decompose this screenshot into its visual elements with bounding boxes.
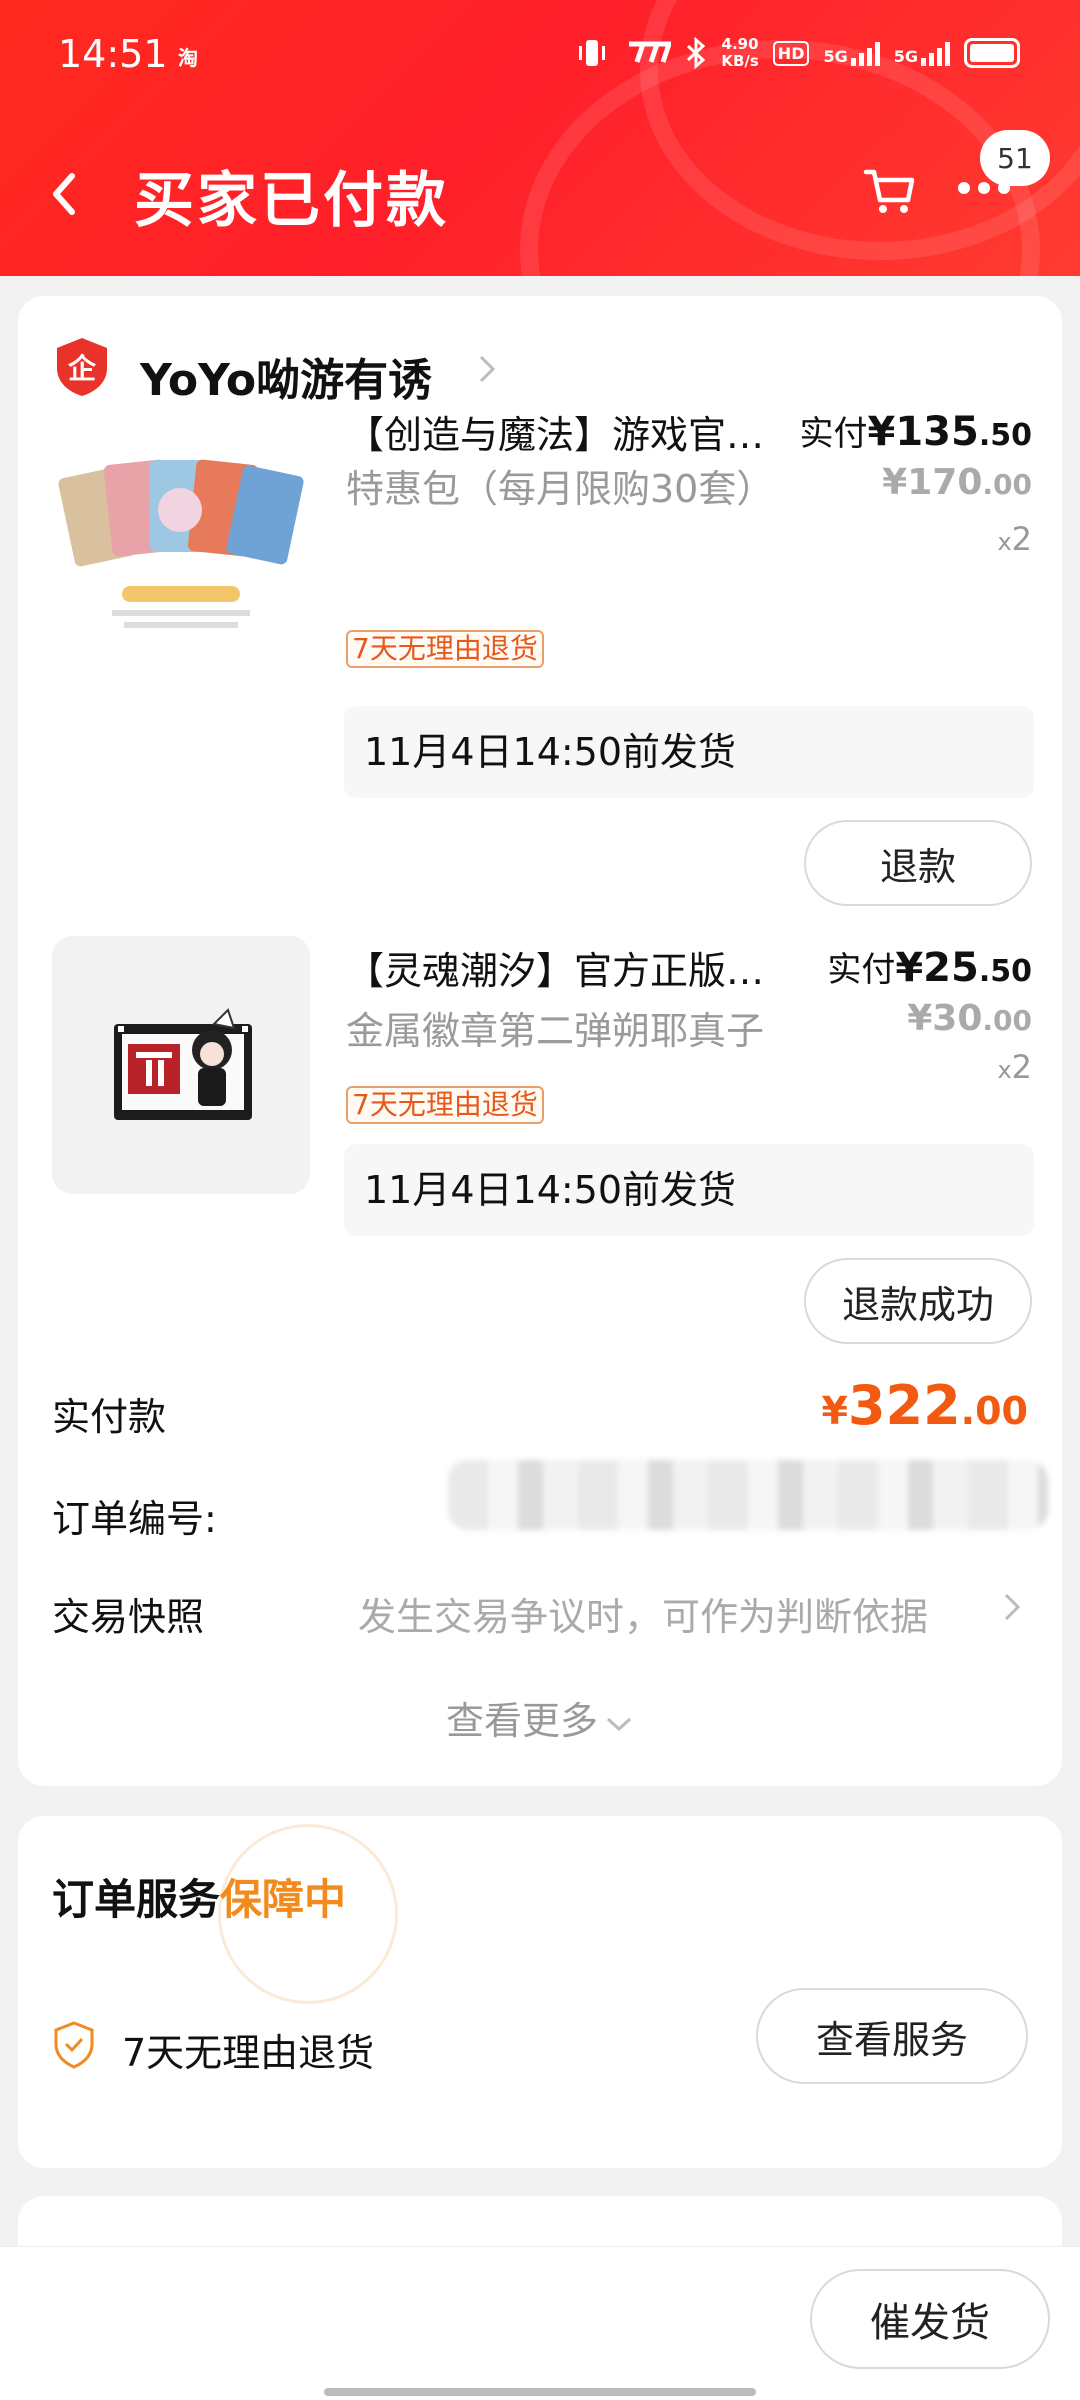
shield-check-icon bbox=[54, 2021, 94, 2069]
paid-int: 135 bbox=[895, 409, 979, 455]
product-quantity: x2 bbox=[997, 1048, 1032, 1086]
paid-int: 25 bbox=[923, 945, 979, 991]
refund-button[interactable]: 退款 bbox=[804, 820, 1032, 906]
net-speed: 4.90 KB/s bbox=[721, 36, 758, 70]
order-number-redacted bbox=[448, 1460, 1048, 1530]
nfc-icon bbox=[629, 41, 672, 63]
card-pack-image bbox=[58, 459, 304, 628]
vibrate-icon bbox=[579, 40, 606, 66]
product-sku: 金属徽章第二弹朔耶真子 bbox=[346, 1009, 765, 1053]
service-item: 7天无理由退货 bbox=[122, 2031, 375, 2075]
product-image[interactable] bbox=[52, 412, 310, 670]
home-indicator[interactable] bbox=[324, 2388, 756, 2396]
product-title[interactable]: 【灵魂潮汐】官方正版… bbox=[346, 940, 806, 995]
signal-1: 5G bbox=[823, 40, 880, 66]
paid-total-label: 实付款 bbox=[52, 1395, 167, 1439]
orig-dec: .00 bbox=[982, 1004, 1032, 1037]
chevron-right-icon[interactable] bbox=[1002, 1590, 1022, 1624]
status-time: 14:51 bbox=[58, 32, 168, 76]
orig-int: 170 bbox=[907, 462, 983, 503]
status-bar: 14:51 淘 4.90 KB/s HD 5G 5G bbox=[0, 0, 1080, 110]
view-more-label: 查看更多 bbox=[445, 1699, 598, 1743]
net-speed-value: 4.90 bbox=[721, 35, 759, 53]
signal-2: 5G bbox=[894, 40, 950, 66]
product-paid-price: 实付¥135.50 bbox=[800, 406, 1033, 455]
battery-icon bbox=[964, 38, 1020, 68]
snapshot-hint[interactable]: 发生交易争议时，可作为判断依据 bbox=[358, 1586, 928, 1641]
view-more[interactable]: 查看更多 bbox=[18, 1690, 1062, 1745]
message-badge: 51 bbox=[980, 130, 1050, 186]
total-currency: ¥ bbox=[821, 1389, 848, 1433]
status-icons: 4.90 KB/s HD 5G 5G bbox=[575, 36, 1020, 70]
product-sku: 特惠包（每月限购30套） bbox=[346, 467, 775, 511]
chevron-left-icon[interactable] bbox=[44, 168, 84, 220]
taobao-notification-icon: 淘 bbox=[178, 46, 198, 70]
total-int: 322 bbox=[847, 1374, 961, 1437]
product-title[interactable]: 【创造与魔法】游戏官… bbox=[346, 404, 806, 459]
total-dec: .00 bbox=[960, 1389, 1028, 1433]
paid-currency: ¥ bbox=[895, 945, 924, 991]
product-original-price: ¥30.00 bbox=[907, 998, 1032, 1039]
orig-currency: ¥ bbox=[907, 998, 933, 1039]
service-status: 保障中 bbox=[220, 1875, 347, 1924]
orig-dec: .00 bbox=[982, 468, 1032, 501]
service-title-text: 订单服务 bbox=[52, 1875, 221, 1924]
qty-prefix: x bbox=[997, 1056, 1012, 1084]
urge-shipping-button[interactable]: 催发货 bbox=[810, 2269, 1050, 2369]
bottom-action-bar: 催发货 bbox=[0, 2246, 1080, 2400]
product-original-price: ¥170.00 bbox=[882, 462, 1032, 503]
signal-bars-icon bbox=[921, 40, 950, 66]
chevron-down-icon bbox=[606, 1717, 632, 1731]
hd-voice-icon: HD bbox=[772, 40, 810, 66]
chevron-right-icon[interactable] bbox=[476, 352, 498, 386]
orig-int: 30 bbox=[932, 998, 983, 1039]
page-title: 买家已付款 bbox=[134, 166, 449, 236]
qty-value: 2 bbox=[1011, 520, 1032, 558]
order-number-label: 订单编号: bbox=[52, 1497, 217, 1541]
header: 14:51 淘 4.90 KB/s HD 5G 5G 买家已付款 51 bbox=[0, 0, 1080, 276]
shop-logo-icon: 企 bbox=[57, 338, 107, 396]
paid-dec: .50 bbox=[978, 418, 1032, 453]
order-card: 企 YoYo呦游有诱 【创造与魔法】游戏官… 特惠包（每月限购30套） 7天无理… bbox=[18, 296, 1062, 1786]
qty-value: 2 bbox=[1011, 1048, 1032, 1086]
paid-label: 实付 bbox=[827, 950, 896, 990]
product-paid-price: 实付¥25.50 bbox=[827, 942, 1032, 991]
ship-deadline: 11月4日14:50前发货 bbox=[344, 706, 1034, 798]
product-quantity: x2 bbox=[997, 520, 1032, 558]
return-policy-tag: 7天无理由退货 bbox=[346, 630, 544, 668]
snapshot-label[interactable]: 交易快照 bbox=[52, 1586, 204, 1641]
paid-label: 实付 bbox=[799, 414, 868, 454]
service-title: 订单服务保障中 bbox=[52, 1866, 346, 1927]
orig-currency: ¥ bbox=[882, 462, 908, 503]
return-policy-tag: 7天无理由退货 bbox=[346, 1086, 544, 1124]
shop-name[interactable]: YoYo呦游有诱 bbox=[140, 344, 432, 408]
network-type-1: 5G bbox=[823, 47, 848, 66]
service-card: 订单服务保障中 7天无理由退货 查看服务 bbox=[18, 1816, 1062, 2168]
qty-prefix: x bbox=[997, 528, 1012, 556]
paid-total-amount: ¥322.00 bbox=[821, 1374, 1028, 1437]
paid-dec: .50 bbox=[978, 954, 1032, 989]
product-image[interactable] bbox=[52, 936, 310, 1194]
badge-product-image bbox=[114, 1008, 252, 1120]
signal-bars-icon bbox=[850, 40, 880, 66]
network-type-2: 5G bbox=[893, 47, 918, 66]
view-service-button[interactable]: 查看服务 bbox=[756, 1988, 1028, 2084]
paid-currency: ¥ bbox=[867, 409, 896, 455]
net-speed-unit: KB/s bbox=[721, 52, 759, 70]
refund-status-button[interactable]: 退款成功 bbox=[804, 1258, 1032, 1344]
ship-deadline: 11月4日14:50前发货 bbox=[344, 1144, 1034, 1236]
cart-icon[interactable] bbox=[862, 162, 918, 218]
bluetooth-icon bbox=[687, 37, 706, 69]
svg-text:企: 企 bbox=[68, 352, 97, 385]
